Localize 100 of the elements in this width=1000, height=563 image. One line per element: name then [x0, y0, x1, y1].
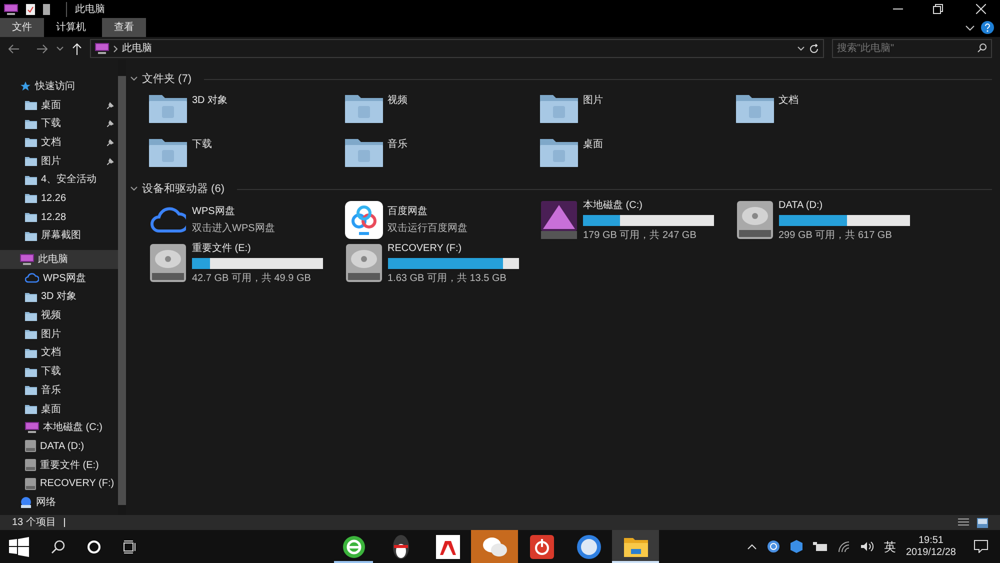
window-title: 此电脑 [66, 2, 105, 16]
folder-tile[interactable]: 音乐 [344, 132, 539, 176]
sidebar-item[interactable]: 12.28 [0, 208, 118, 226]
forward-icon[interactable] [36, 44, 48, 54]
ribbon-tab[interactable]: 文件 [0, 18, 44, 37]
folder-icon [25, 100, 37, 110]
restore-icon[interactable] [933, 4, 943, 14]
drive-tile[interactable]: 百度网盘 双击运行百度网盘 [344, 198, 539, 241]
sidebar-item[interactable]: 4、安全活动 [0, 170, 118, 190]
folder-icon [25, 329, 37, 340]
help-icon[interactable] [981, 21, 994, 34]
folder-icon [734, 92, 774, 124]
sidebar-item[interactable]: WPS网盘 [0, 268, 118, 288]
tiles-view-icon[interactable] [977, 518, 988, 528]
folder-icon [344, 92, 384, 124]
folder-icon [539, 136, 579, 168]
sidebar-item[interactable]: 3D 对象 [0, 288, 118, 306]
chevron-down-icon[interactable] [965, 24, 975, 32]
sidebar-item[interactable]: 视频 [0, 306, 118, 325]
sidebar-item[interactable]: DATA (D:) [0, 437, 118, 456]
recent-icon[interactable] [56, 46, 64, 52]
input-method[interactable]: 英 [884, 538, 896, 556]
sidebar-item[interactable]: 桌面 [0, 96, 118, 114]
chevron-down-icon[interactable] [797, 46, 805, 52]
folder-icon [624, 536, 648, 556]
section-title: 文件夹 (7) [142, 72, 192, 87]
sidebar-item[interactable]: 音乐 [0, 381, 118, 400]
sidebar-item[interactable]: RECOVERY (F:) [0, 474, 118, 494]
cortana-icon[interactable] [87, 540, 101, 554]
item-name: 3D 对象 [192, 94, 228, 108]
cube-icon[interactable] [790, 540, 803, 553]
search-field[interactable]: 搜索"此电脑" [832, 39, 992, 58]
folder-icon [539, 92, 579, 124]
chevron-right-icon[interactable] [113, 44, 118, 52]
item-name: 百度网盘 [388, 204, 428, 219]
drive-tile[interactable]: DATA (D:) 299 GB 可用，共 617 GB [734, 198, 930, 241]
collapse-icon[interactable] [130, 76, 138, 82]
computer-icon [20, 254, 34, 266]
search-icon[interactable] [51, 540, 65, 554]
folder-icon [25, 137, 37, 148]
item-name: 重要文件 (E:) [192, 242, 252, 256]
windows-icon[interactable] [9, 536, 29, 556]
folder-tile[interactable]: 3D 对象 [148, 88, 344, 132]
sidebar-item[interactable]: 此电脑 [0, 250, 118, 269]
drive-tile[interactable]: 本地磁盘 (C:) 179 GB 可用，共 247 GB [539, 198, 734, 241]
folder-icon [25, 348, 37, 358]
section-title: 设备和驱动器 (6) [142, 182, 224, 197]
drive-icon [736, 200, 772, 238]
folder-icon [25, 118, 37, 129]
up-icon[interactable] [72, 42, 82, 54]
folder-icon [25, 193, 37, 204]
back-icon[interactable] [8, 44, 20, 54]
folder-tile[interactable]: 视频 [344, 88, 539, 132]
sidebar-item[interactable]: 屏幕截图 [0, 226, 118, 246]
details-view-icon[interactable] [958, 518, 969, 528]
folder-tile[interactable]: 图片 [539, 88, 734, 132]
sidebar-item[interactable]: 快速访问 [0, 77, 118, 96]
sidebar-item[interactable]: 文档 [0, 344, 118, 362]
sidebar-item[interactable]: 网络 [0, 493, 118, 512]
sidebar-item[interactable]: 图片 [0, 324, 118, 344]
avatar-icon [576, 534, 600, 558]
refresh-icon[interactable] [809, 44, 819, 54]
drive-tile[interactable]: WPS网盘 双击进入WPS网盘 [148, 198, 344, 241]
item-name: RECOVERY (F:) [388, 242, 463, 256]
sidebar-item[interactable]: 重要文件 (E:) [0, 456, 118, 474]
sidebar-item[interactable]: 桌面 [0, 400, 118, 418]
sidebar-item[interactable]: 12.26 [0, 189, 118, 208]
drive-icon [541, 200, 577, 238]
chat-icon [482, 536, 508, 558]
item-name: 本地磁盘 (C:) [583, 198, 644, 212]
folder-tile[interactable]: 下载 [148, 132, 344, 176]
folder-tile[interactable]: 桌面 [539, 132, 734, 176]
folder-tile[interactable]: 文档 [734, 88, 930, 132]
ribbon-tab[interactable]: 查看 [102, 18, 146, 37]
sidebar-item[interactable]: 图片 [0, 152, 118, 170]
taskbar-app[interactable] [612, 530, 659, 563]
task-view-icon[interactable] [123, 540, 137, 554]
address-field[interactable]: 此电脑 [90, 39, 824, 58]
folder-icon [148, 92, 188, 124]
item-name: DATA (D:) [778, 198, 824, 212]
sidebar-item[interactable]: 文档 [0, 133, 118, 152]
chevron-up-icon[interactable] [746, 544, 757, 550]
clock[interactable]: 19:51 2019/12/28 [906, 534, 956, 558]
ribbon-tab[interactable]: 计算机 [44, 18, 98, 37]
drive-tile[interactable]: 重要文件 (E:) 42.7 GB 可用，共 49.9 GB [148, 241, 344, 284]
network-icon [20, 496, 32, 508]
computer-icon [95, 43, 109, 54]
sidebar-item[interactable]: 本地磁盘 (C:) [0, 418, 118, 438]
notification-icon[interactable] [974, 540, 988, 553]
close-icon[interactable] [976, 4, 986, 14]
drive-tile[interactable]: RECOVERY (F:) 1.63 GB 可用，共 13.5 GB [344, 241, 539, 284]
sidebar-item[interactable]: 下载 [0, 114, 118, 134]
collapse-icon[interactable] [130, 186, 138, 192]
sidebar-item[interactable]: 下载 [0, 362, 118, 381]
properties-icon[interactable] [26, 4, 35, 14]
drive-space: 299 GB 可用，共 617 GB [778, 228, 893, 242]
item-name: 音乐 [388, 138, 408, 152]
computer-icon [4, 4, 18, 14]
wifi-icon[interactable] [838, 540, 851, 552]
volume-icon[interactable] [860, 541, 874, 552]
